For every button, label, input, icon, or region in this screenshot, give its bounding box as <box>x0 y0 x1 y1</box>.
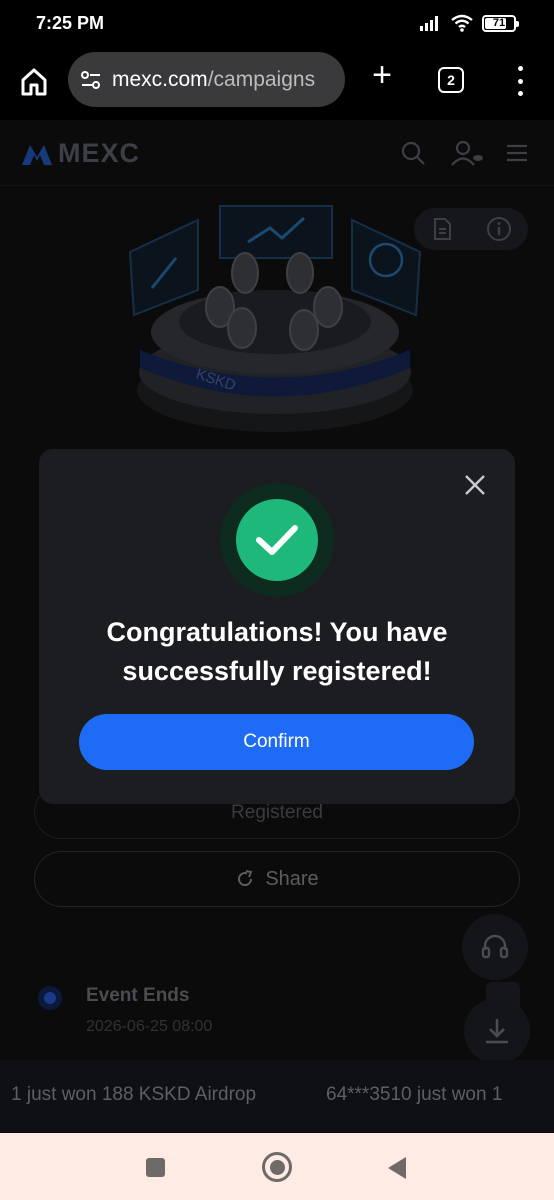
share-button[interactable]: Share <box>34 851 520 907</box>
ticker-item: 1 just won 188 KSKD Airdrop <box>11 1084 257 1105</box>
home-icon[interactable] <box>18 66 50 98</box>
system-nav-bar <box>0 1133 554 1200</box>
download-icon <box>486 1019 508 1044</box>
wifi-icon <box>451 14 473 32</box>
event-title: Event Ends <box>86 985 190 1006</box>
timeline-dot <box>38 986 62 1010</box>
recents-button[interactable] <box>146 1158 165 1177</box>
document-icon[interactable] <box>431 217 453 241</box>
search-icon[interactable] <box>400 140 426 166</box>
success-circle <box>236 499 318 581</box>
modal-title: Congratulations! You have successfully r… <box>106 617 448 686</box>
user-icon[interactable] <box>450 140 484 166</box>
share-icon <box>238 870 253 887</box>
menu-icon[interactable] <box>504 140 530 166</box>
status-bar: 7:25 PM 71 <box>0 0 554 48</box>
checkmark-icon <box>256 525 298 555</box>
tab-switcher-button[interactable]: 2 <box>438 67 464 93</box>
winners-ticker: 1 just won 188 KSKD Airdrop 64***3510 ju… <box>0 1060 554 1132</box>
site-settings-icon[interactable] <box>80 70 102 90</box>
mexc-logo[interactable]: MEXC <box>22 138 140 169</box>
confirm-button[interactable]: Confirm <box>79 714 474 770</box>
success-badge <box>220 483 334 597</box>
url-domain: mexc.com <box>112 67 208 91</box>
support-button[interactable] <box>462 914 528 980</box>
info-icon[interactable] <box>486 216 512 242</box>
page-actions <box>414 208 528 250</box>
success-modal: Congratulations! You have successfully r… <box>39 449 515 804</box>
home-button[interactable] <box>262 1152 292 1182</box>
logo-text: MEXC <box>58 138 141 168</box>
back-button[interactable] <box>388 1157 406 1179</box>
mexc-logo-icon <box>22 144 52 165</box>
close-icon[interactable] <box>463 473 487 497</box>
download-button[interactable] <box>464 998 530 1064</box>
new-tab-button[interactable]: + <box>366 58 398 92</box>
ticker-item: 64***3510 just won 1 <box>326 1084 503 1105</box>
signal-icon <box>420 16 438 31</box>
status-icons: 71 <box>420 14 519 32</box>
site-header: MEXC <box>0 120 554 186</box>
more-options-icon[interactable] <box>508 66 532 96</box>
battery-level: 71 <box>492 17 506 29</box>
battery-icon: 71 <box>482 14 519 32</box>
event-date: 2026-06-25 08:00 <box>86 1018 213 1035</box>
url-text: mexc.com/campaigns <box>112 68 315 92</box>
share-label: Share <box>265 867 319 890</box>
address-bar[interactable]: mexc.com/campaigns <box>68 52 345 107</box>
status-time: 7:25 PM <box>36 13 105 33</box>
url-path: /campaigns <box>207 67 316 91</box>
browser-toolbar: mexc.com/campaigns + 2 <box>0 48 554 120</box>
headset-icon <box>481 934 509 959</box>
